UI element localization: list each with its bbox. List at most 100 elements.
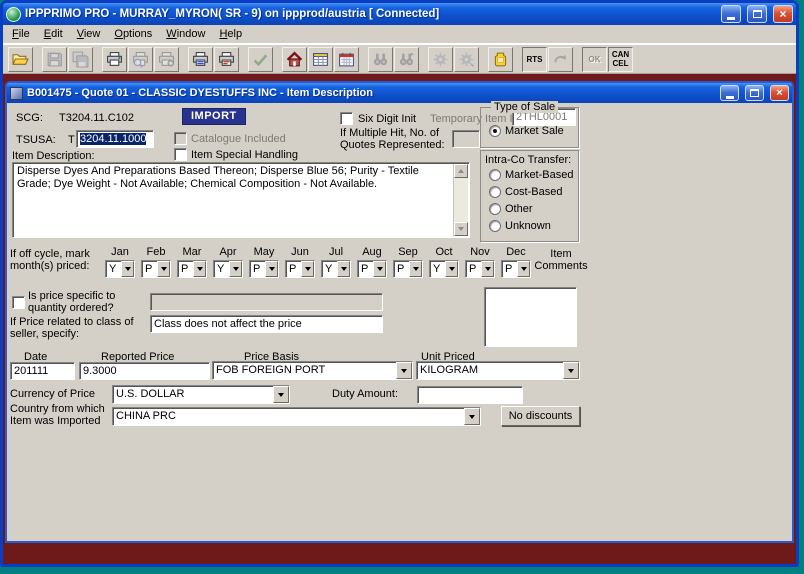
menu-options[interactable]: Options xyxy=(107,26,159,42)
dropdown-arrow-icon[interactable] xyxy=(229,261,242,277)
scroll-up-button[interactable] xyxy=(454,164,468,178)
child-titlebar[interactable]: B001475 - Quote 01 - CLASSIC DYESTUFFS I… xyxy=(7,83,792,103)
unknown-radio[interactable] xyxy=(489,220,501,232)
dropdown-arrow-icon[interactable] xyxy=(445,261,458,277)
country-select[interactable]: CHINA PRC xyxy=(112,407,481,426)
class-of-seller-input[interactable]: Class does not affect the price xyxy=(150,315,383,333)
month-select-feb[interactable]: P xyxy=(141,260,171,278)
minimize-button[interactable] xyxy=(721,5,741,23)
month-value-jul: Y xyxy=(322,261,337,277)
month-select-jul[interactable]: Y xyxy=(321,260,351,278)
market-sale-radio[interactable] xyxy=(489,125,501,137)
item-description-textarea[interactable]: Disperse Dyes And Preparations Based The… xyxy=(12,162,470,238)
print-button[interactable] xyxy=(102,47,127,72)
dropdown-arrow-icon[interactable] xyxy=(481,261,494,277)
close-button[interactable]: × xyxy=(773,5,793,23)
item-description-form: SCG: T3204.11.C102 IMPORT Six Digit Init… xyxy=(7,103,792,541)
menu-help[interactable]: Help xyxy=(212,26,249,42)
menu-view[interactable]: View xyxy=(70,26,108,42)
cancel-button[interactable]: CAN CEL xyxy=(608,47,633,72)
month-select-aug[interactable]: P xyxy=(357,260,387,278)
no-discounts-button[interactable]: No discounts xyxy=(501,406,580,426)
calendar-button[interactable] xyxy=(334,47,359,72)
scg-label: SCG: xyxy=(16,112,43,124)
description-scrollbar[interactable] xyxy=(453,164,468,236)
menu-edit[interactable]: Edit xyxy=(37,26,70,42)
six-digit-init-checkbox[interactable] xyxy=(340,112,353,125)
other-radio[interactable] xyxy=(489,203,501,215)
month-label-feb: Feb xyxy=(141,247,171,258)
menu-file[interactable]: File xyxy=(5,26,37,42)
unit-priced-select[interactable]: KILOGRAM xyxy=(416,361,580,380)
price-basis-select[interactable]: FOB FOREIGN PORT xyxy=(212,361,413,380)
class-of-seller-label: If Price related to class of seller, spe… xyxy=(10,317,134,340)
print-quote-button[interactable] xyxy=(188,47,213,72)
dropdown-arrow-icon[interactable] xyxy=(121,261,134,277)
child-minimize-button[interactable] xyxy=(720,85,739,101)
month-select-may[interactable]: P xyxy=(249,260,279,278)
off-cycle-label: If off cycle, mark month(s) priced: xyxy=(10,249,90,272)
month-label-dec: Dec xyxy=(501,247,531,258)
item-special-handling-label: Item Special Handling xyxy=(191,149,298,161)
save-button xyxy=(42,47,67,72)
date-input[interactable]: 201111 xyxy=(10,362,75,380)
dropdown-arrow-icon[interactable] xyxy=(265,261,278,277)
month-label-oct: Oct xyxy=(429,247,459,258)
dropdown-arrow-icon[interactable] xyxy=(396,362,412,379)
cost-based-radio[interactable] xyxy=(489,186,501,198)
item-special-handling-checkbox[interactable] xyxy=(174,148,187,161)
month-value-sep: P xyxy=(394,261,409,277)
dropdown-arrow-icon[interactable] xyxy=(409,261,422,277)
toolbar-separator xyxy=(574,47,582,72)
reported-price-input[interactable]: 9.3000 xyxy=(79,362,210,380)
month-select-jun[interactable]: P xyxy=(285,260,315,278)
print-report-button[interactable] xyxy=(214,47,239,72)
dropdown-arrow-icon[interactable] xyxy=(157,261,170,277)
dropdown-arrow-icon[interactable] xyxy=(563,362,579,379)
child-close-button[interactable]: × xyxy=(770,85,789,101)
dropdown-arrow-icon[interactable] xyxy=(193,261,206,277)
price-specific-checkbox[interactable] xyxy=(12,296,25,309)
dropdown-arrow-icon[interactable] xyxy=(517,261,530,277)
month-select-jan[interactable]: Y xyxy=(105,260,135,278)
award-button[interactable] xyxy=(488,47,513,72)
schedule-table-button[interactable] xyxy=(308,47,333,72)
scroll-down-button[interactable] xyxy=(454,222,468,236)
item-comments-box[interactable] xyxy=(484,287,577,347)
dropdown-arrow-icon[interactable] xyxy=(373,261,386,277)
open-folder-button[interactable] xyxy=(8,47,33,72)
dropdown-arrow-icon[interactable] xyxy=(273,386,289,403)
duty-amount-input[interactable] xyxy=(417,386,523,404)
main-titlebar[interactable]: IPPPRIMO PRO - MURRAY_MYRON( SR - 9) on … xyxy=(3,3,796,25)
tsusa-input[interactable]: 3204.11.1000 xyxy=(76,130,154,148)
month-select-mar[interactable]: P xyxy=(177,260,207,278)
maximize-button[interactable] xyxy=(747,5,767,23)
intra-co-title: Intra-Co Transfer: xyxy=(485,154,571,166)
month-label-jun: Jun xyxy=(285,247,315,258)
home-button[interactable] xyxy=(282,47,307,72)
dropdown-arrow-icon[interactable] xyxy=(464,408,480,425)
toolbar-separator xyxy=(34,47,42,72)
multiple-hit-label: If Multiple Hit, No. of Quotes Represent… xyxy=(340,128,445,151)
child-maximize-button[interactable] xyxy=(745,85,764,101)
month-select-nov[interactable]: P xyxy=(465,260,495,278)
dropdown-arrow-icon[interactable] xyxy=(337,261,350,277)
market-based-radio[interactable] xyxy=(489,169,501,181)
find-next-button xyxy=(394,47,419,72)
month-select-sep[interactable]: P xyxy=(393,260,423,278)
month-label-may: May xyxy=(249,247,279,258)
dropdown-arrow-icon[interactable] xyxy=(301,261,314,277)
month-select-oct[interactable]: Y xyxy=(429,260,459,278)
currency-select[interactable]: U.S. DOLLAR xyxy=(112,385,290,404)
maximize-icon xyxy=(753,10,762,18)
tsusa-label: TSUSA: xyxy=(16,134,56,146)
print-setup-button xyxy=(154,47,179,72)
month-select-dec[interactable]: P xyxy=(501,260,531,278)
class-of-seller-value: Class does not affect the price xyxy=(154,318,302,330)
month-select-apr[interactable]: Y xyxy=(213,260,243,278)
rts-button[interactable]: RTS xyxy=(522,47,547,72)
menu-window[interactable]: Window xyxy=(159,26,212,42)
main-window-title: IPPPRIMO PRO - MURRAY_MYRON( SR - 9) on … xyxy=(25,8,715,20)
find-button xyxy=(368,47,393,72)
item-description-text: Disperse Dyes And Preparations Based The… xyxy=(13,163,469,193)
